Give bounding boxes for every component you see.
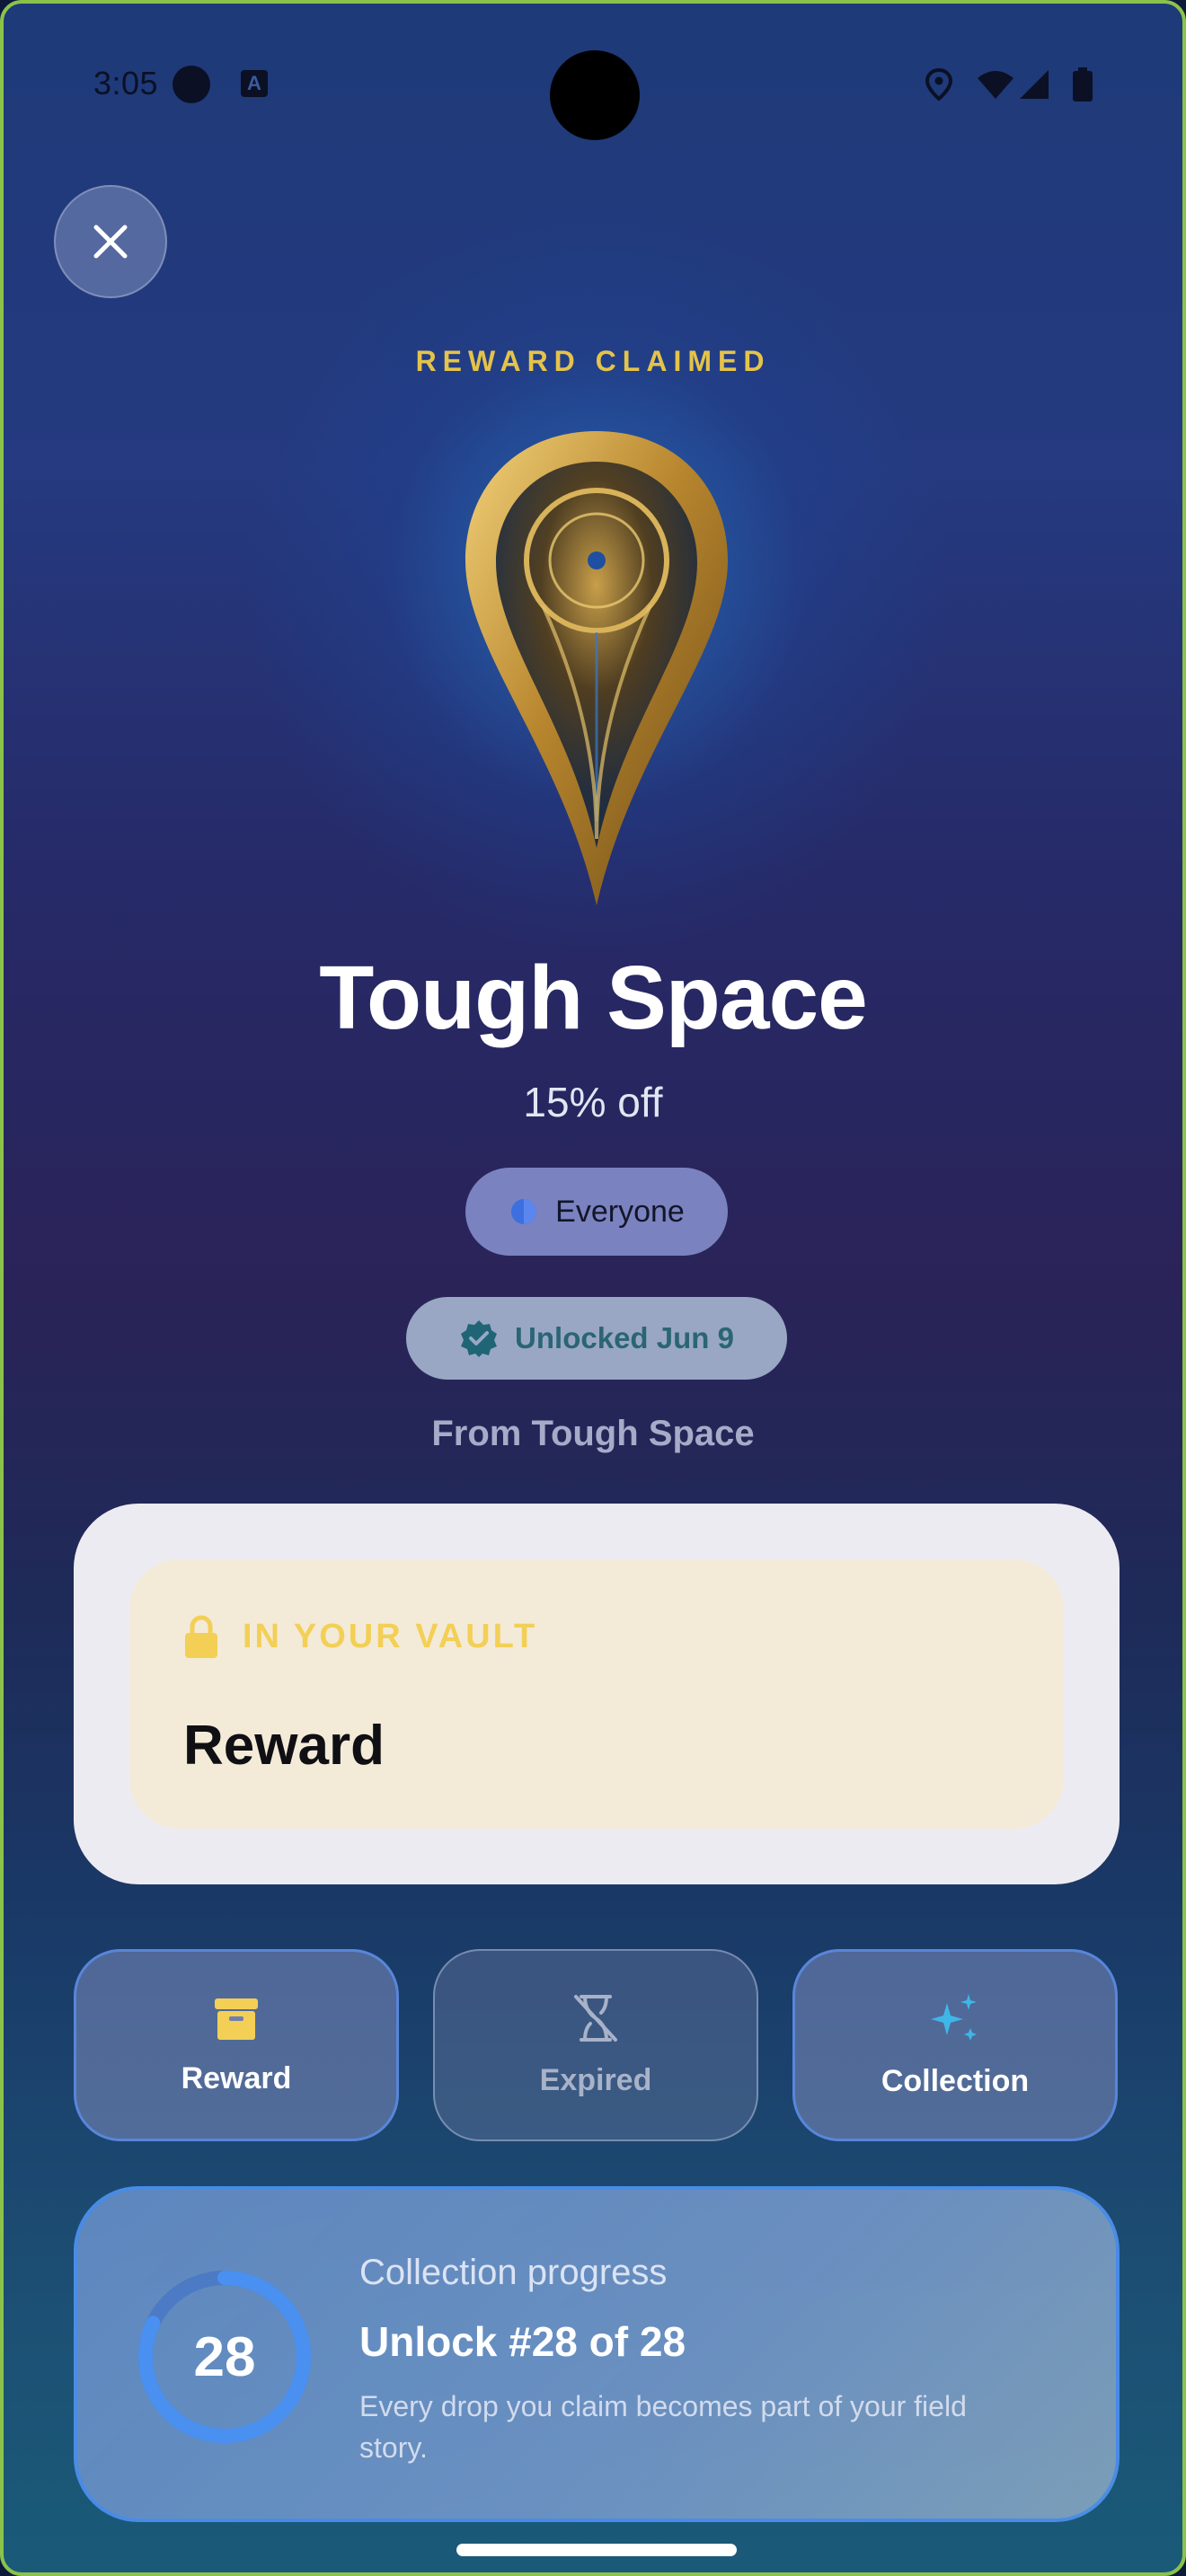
reward-claimed-label: REWARD CLAIMED [415, 345, 771, 377]
close-button[interactable] [54, 185, 167, 298]
vault-inner-panel: IN YOUR VAULT Reward [129, 1559, 1064, 1829]
progress-description: Every drop you claim becomes part of you… [359, 2390, 967, 2464]
globe-icon [511, 1199, 537, 1224]
phone-screen: 3:05 A REWARD CLAIMED Tough Space 15% of… [0, 0, 1186, 2576]
status-bar: 3:05 A [4, 50, 1182, 140]
signal-icon [1020, 70, 1049, 99]
verified-badge-icon [461, 1320, 498, 1357]
status-icons [925, 66, 1093, 102]
archive-box-icon [215, 1998, 258, 2040]
reward-source: From Tough Space [431, 1414, 755, 1453]
vault-card[interactable]: IN YOUR VAULT Reward [74, 1504, 1120, 1884]
progress-title: Unlock #28 of 28 [359, 2318, 686, 2365]
wifi-icon [978, 71, 1013, 99]
reward-tile-label: Reward [181, 2060, 292, 2095]
progress-label: Collection progress [359, 2253, 668, 2292]
lock-icon [185, 1615, 217, 1658]
camera-cutout [550, 50, 640, 140]
app-notification-icon: A [241, 70, 268, 97]
notification-dot-icon [173, 66, 210, 103]
vault-title: Reward [183, 1715, 385, 1777]
reward-title: Tough Space [319, 948, 867, 1048]
expired-tile-label: Expired [539, 2062, 652, 2097]
audience-chip[interactable]: Everyone [465, 1168, 728, 1256]
close-icon [93, 225, 128, 259]
reward-offer: 15% off [523, 1079, 663, 1125]
battery-icon [1073, 67, 1093, 101]
reward-tile-button[interactable]: Reward [74, 1949, 399, 2141]
vault-label: IN YOUR VAULT [243, 1617, 538, 1655]
vault-label-row: IN YOUR VAULT [183, 1615, 537, 1658]
unlocked-chip: Unlocked Jun 9 [406, 1297, 787, 1380]
golden-map-pin-image [465, 431, 728, 905]
home-indicator[interactable] [456, 2544, 737, 2556]
collection-tile-button[interactable]: Collection [792, 1949, 1118, 2141]
progress-count: 28 [193, 2325, 256, 2388]
expired-tile-button[interactable]: Expired [433, 1949, 758, 2141]
collection-progress-card[interactable]: 28 Collection progress Unlock #28 of 28 … [74, 2186, 1120, 2522]
unlocked-chip-label: Unlocked Jun 9 [515, 1321, 734, 1354]
sparkle-icon [931, 1993, 977, 2041]
collection-tile-label: Collection [881, 2063, 1030, 2098]
hourglass-off-icon [574, 1994, 617, 2042]
network-icons [976, 69, 1049, 100]
audience-chip-label: Everyone [555, 1194, 685, 1229]
status-time: 3:05 [93, 65, 159, 101]
location-icon [925, 68, 952, 101]
